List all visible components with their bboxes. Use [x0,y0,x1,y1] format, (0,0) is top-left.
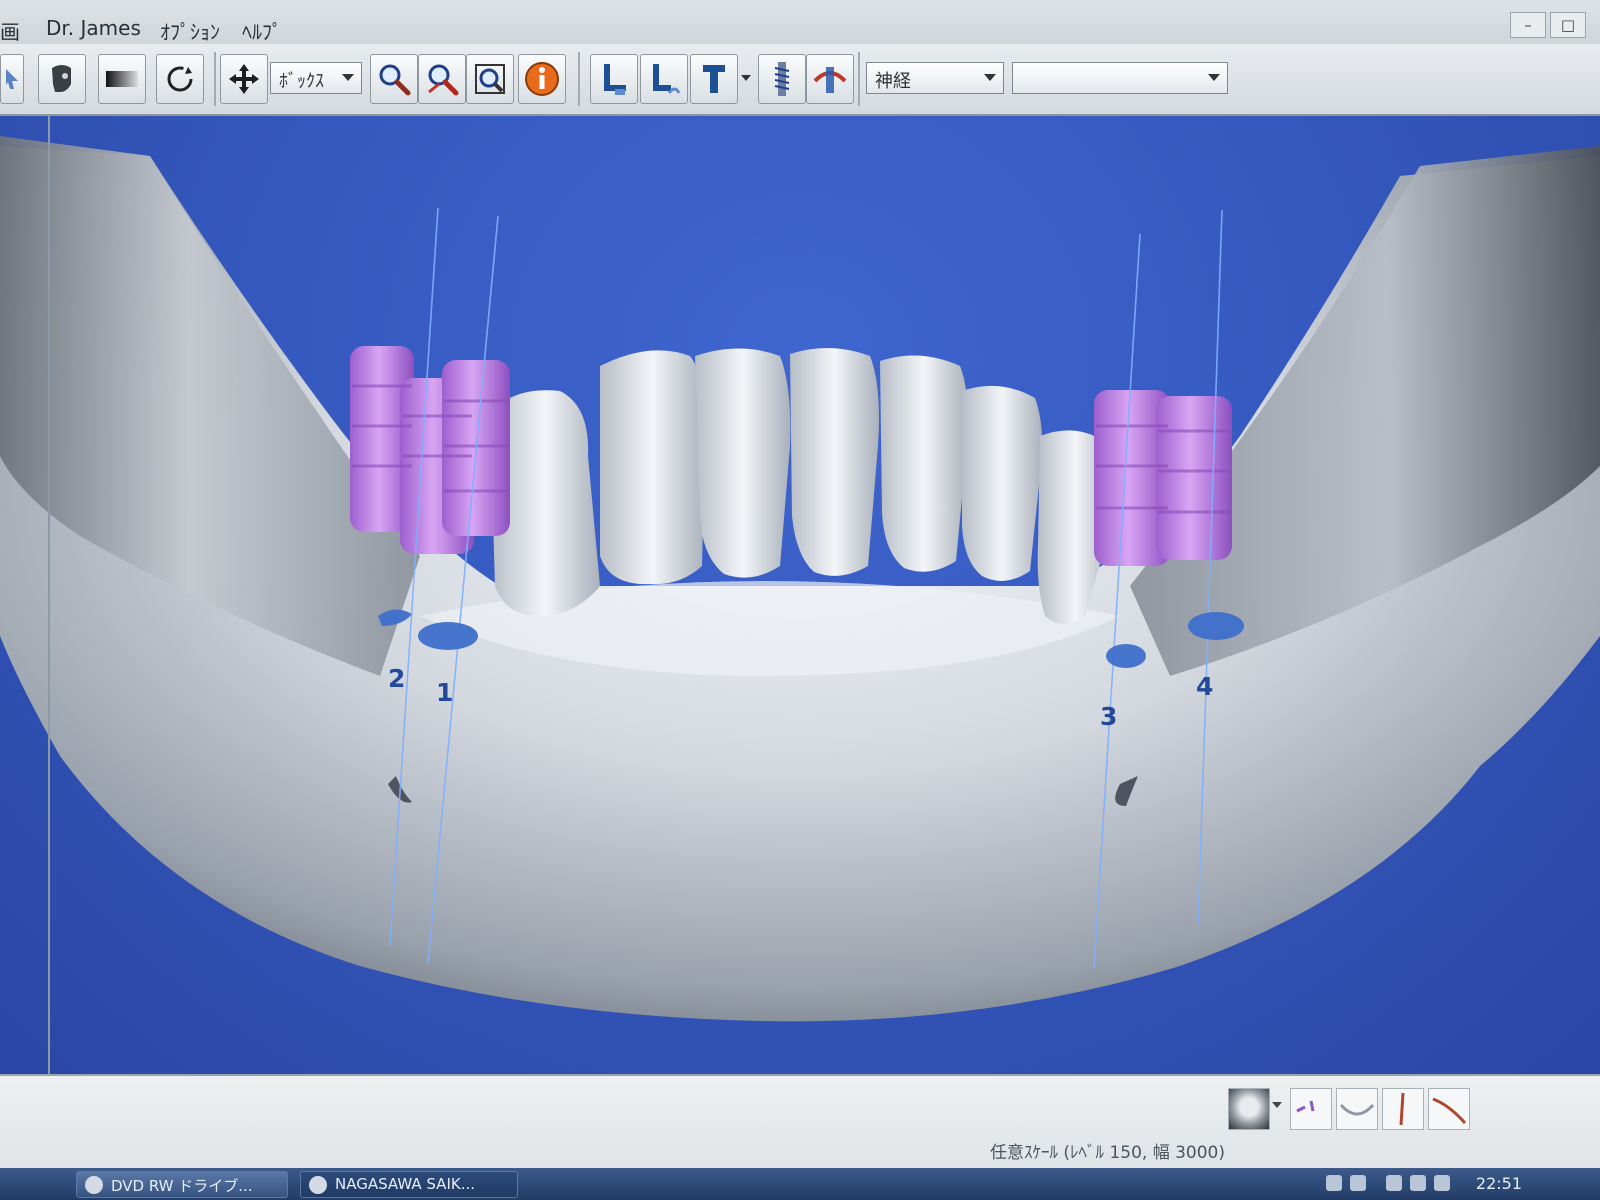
thumbnail-dropdown-icon[interactable] [1272,1102,1282,1108]
menu-item-options[interactable]: ｵﾌﾟｼｮﾝ [160,16,220,45]
panoramic-view-thumbnail-icon[interactable] [1290,1088,1332,1130]
box-select-dropdown[interactable]: ﾎﾞｯｸｽ [270,62,362,94]
chevron-down-icon [342,74,354,81]
3d-viewport[interactable]: 2 1 3 4 [0,116,1600,1074]
menu-bar: 画 Dr. James ｵﾌﾟｼｮﾝ ﾍﾙﾌﾟ – □ [0,0,1600,45]
nerve-tool-icon[interactable] [806,54,854,104]
implant-label-1[interactable]: 1 [436,678,453,707]
minimize-icon[interactable]: – [1510,12,1546,38]
taskbar-item-label: DVD RW ドライブ... [111,1177,253,1195]
skull-view-icon[interactable] [38,54,86,104]
implant-angle-icon[interactable] [640,54,688,104]
volume-icon[interactable] [1434,1175,1450,1191]
implant-tool-icon[interactable] [590,54,638,104]
rotate-icon[interactable] [156,54,204,104]
implant-group-left [350,346,510,554]
taskbar-clock[interactable]: 22:51 [1476,1174,1522,1193]
chevron-down-icon [984,74,996,81]
menu-item-help[interactable]: ﾍﾙﾌﾟ [242,16,282,45]
zoom-region-icon[interactable] [418,54,466,104]
status-window-level: 任意ｽｹｰﾙ (ﾚﾍﾞﾙ 150, 幅 3000) [990,1143,1225,1163]
bottom-panel: 任意ｽｹｰﾙ (ﾚﾍﾞﾙ 150, 幅 3000) [0,1074,1600,1172]
info-icon[interactable] [518,54,566,104]
security-icon[interactable] [1386,1175,1402,1191]
arch-view-thumbnail-icon[interactable] [1336,1088,1378,1130]
taskbar-item-dvd-drive[interactable]: DVD RW ドライブ... [76,1171,288,1198]
implant-label-4[interactable]: 4 [1196,672,1213,701]
implant-screw-icon[interactable] [758,54,806,104]
skull-thumbnail-icon[interactable] [1228,1088,1270,1130]
toolbar: ﾎﾞｯｸｽ 神経 [0,44,1600,116]
taskbar-item-label: NAGASAWA SAIK... [335,1175,476,1193]
disc-icon [85,1176,103,1194]
structure-select-value: 神経 [875,71,911,92]
cross-section-thumbnail-icon[interactable] [1382,1088,1424,1130]
nerve-view-thumbnail-icon[interactable] [1428,1088,1470,1130]
structure-select-dropdown[interactable]: 神経 [866,62,1004,94]
mandible-3d-render [0,136,1600,1022]
maximize-icon[interactable]: □ [1550,12,1586,38]
extra-select-dropdown[interactable] [1012,62,1228,94]
display-icon[interactable] [1350,1175,1366,1191]
menu-item-view[interactable]: 画 [0,16,20,45]
menu-item-patient[interactable]: Dr. James [46,16,141,40]
implant-label-3[interactable]: 3 [1100,702,1117,731]
taskbar-item-nagasawa[interactable]: NAGASAWA SAIK... [300,1171,518,1198]
box-select-value: ﾎﾞｯｸｽ [279,71,324,92]
implant-4 [1156,396,1232,560]
update-icon[interactable] [1410,1175,1426,1191]
taskbar: DVD RW ドライブ... NAGASAWA SAIK... 22:51 [0,1168,1600,1200]
chevron-down-icon [1208,74,1220,81]
zoom-icon[interactable] [370,54,418,104]
abutment-dropdown-icon[interactable] [738,54,754,102]
pan-icon[interactable] [220,54,268,104]
implant-label-2[interactable]: 2 [388,664,405,693]
fit-to-window-icon[interactable] [466,54,514,104]
network-icon[interactable] [1326,1175,1342,1191]
arrow-tool-icon[interactable] [0,54,24,104]
window-level-icon[interactable] [98,54,146,104]
abutment-tool-icon[interactable] [690,54,738,104]
app-icon [309,1176,327,1194]
